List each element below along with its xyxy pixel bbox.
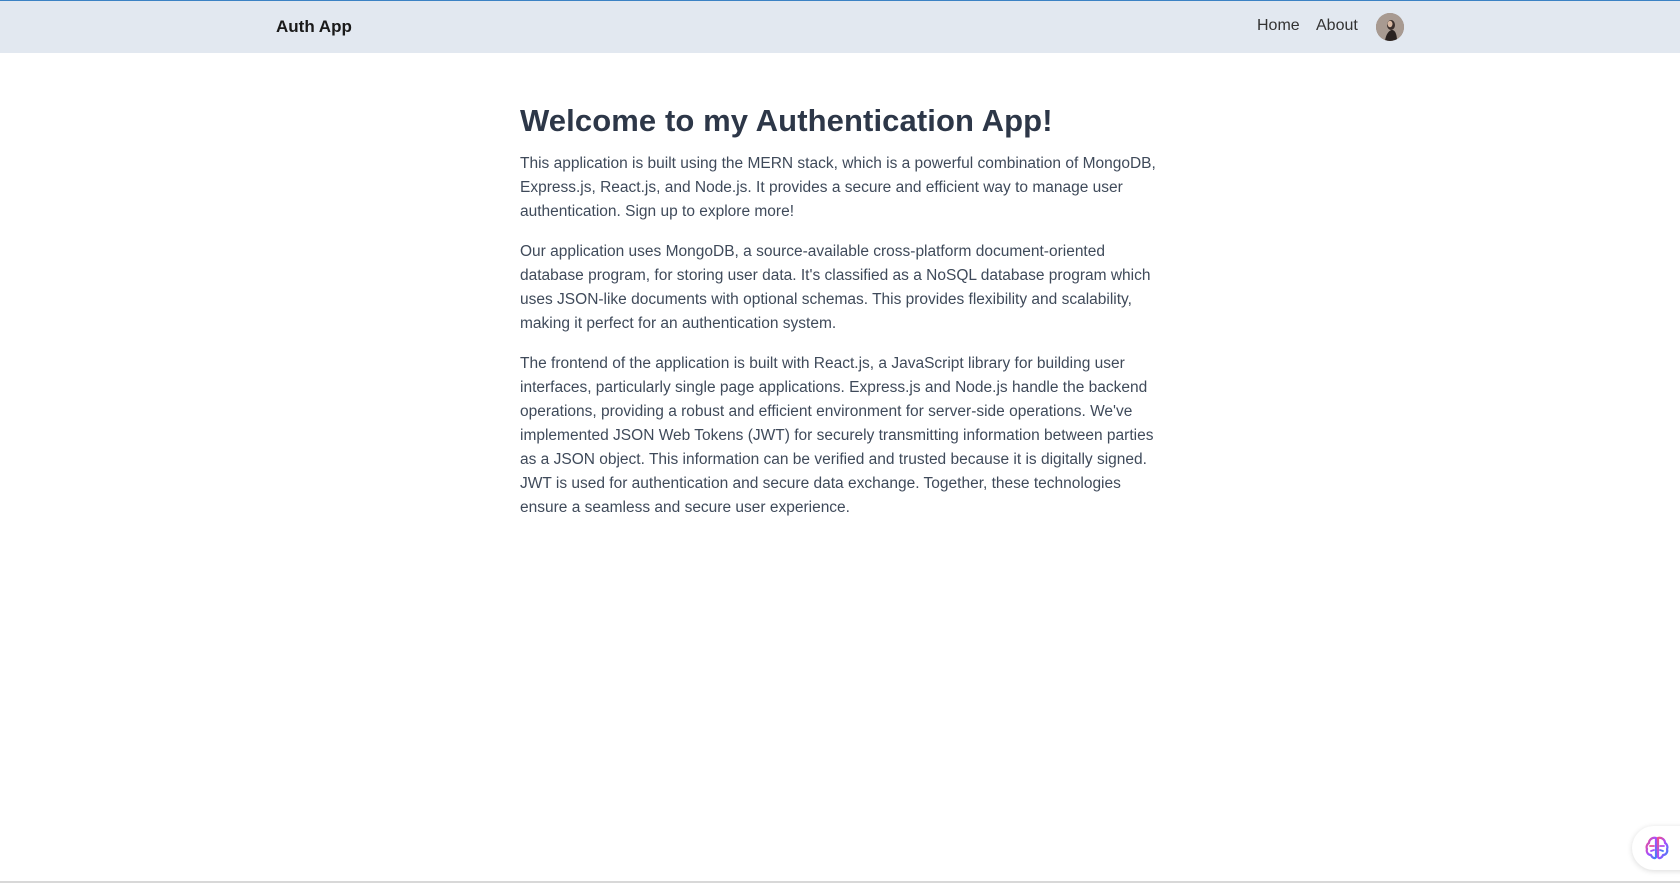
main-content: Welcome to my Authentication App! This a… xyxy=(520,98,1160,520)
nav-home-link[interactable]: Home xyxy=(1257,17,1300,35)
nav-about-link[interactable]: About xyxy=(1316,17,1358,35)
mongodb-paragraph: Our application uses MongoDB, a source-a… xyxy=(520,243,1151,332)
page-title: Welcome to my Authentication App! xyxy=(520,103,1053,138)
intro-paragraph: This application is built using the MERN… xyxy=(520,155,1156,220)
brain-icon xyxy=(1645,836,1669,860)
user-avatar[interactable] xyxy=(1376,13,1404,41)
frontend-paragraph: The frontend of the application is built… xyxy=(520,355,1154,516)
assistant-widget-button[interactable] xyxy=(1632,826,1680,870)
avatar-photo-icon xyxy=(1376,13,1404,41)
header-bar: Auth App Home About xyxy=(0,1,1680,53)
brand-logo[interactable]: Auth App xyxy=(276,17,352,37)
